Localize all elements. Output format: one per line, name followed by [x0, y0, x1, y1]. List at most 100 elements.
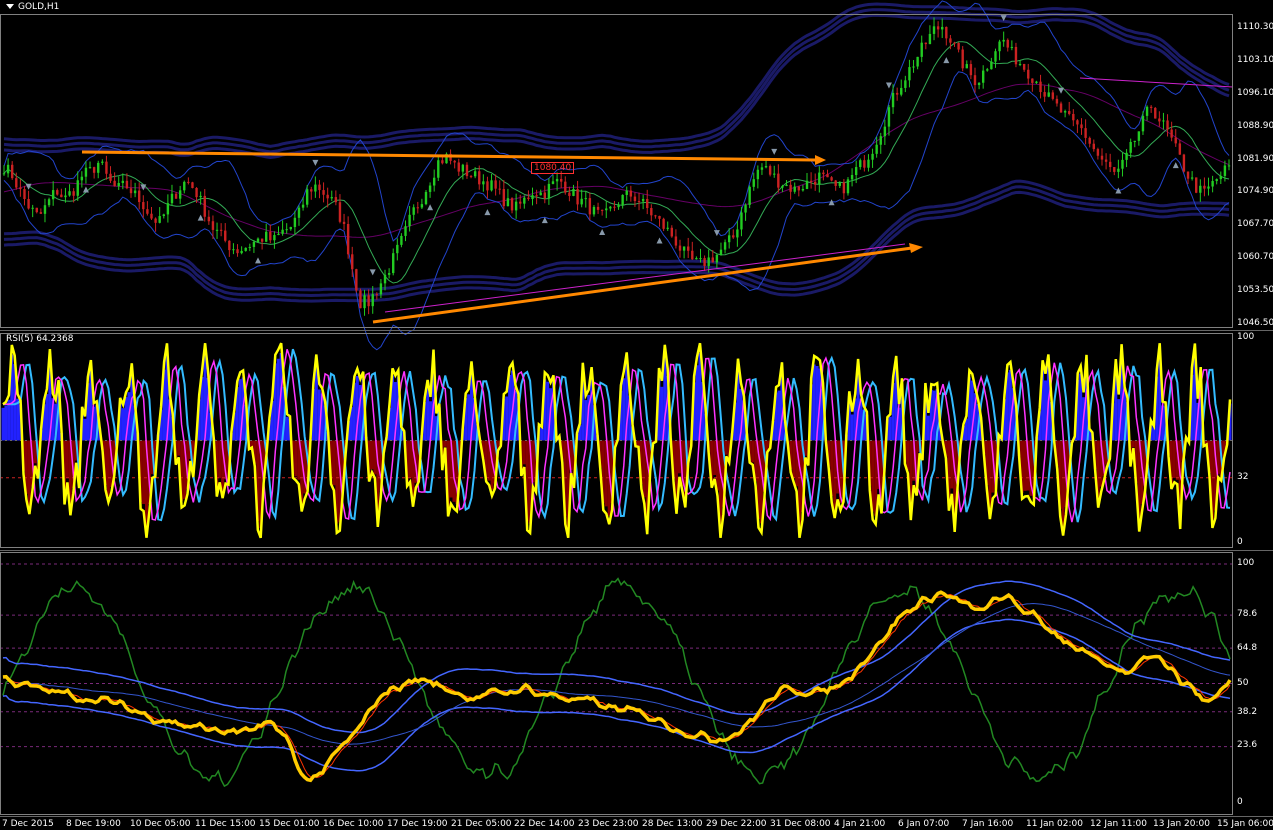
chart-canvas[interactable] — [0, 0, 1273, 830]
candle-body — [72, 191, 75, 196]
candle-body — [494, 180, 497, 189]
candle-body — [867, 159, 870, 168]
candle-body — [961, 49, 964, 69]
candle-body — [158, 216, 161, 223]
candle-body — [613, 206, 616, 208]
candle-body — [432, 177, 436, 186]
candle-body — [879, 136, 882, 145]
moving-average-line — [3, 83, 1230, 238]
candle-body — [60, 194, 63, 198]
candle-body — [240, 250, 243, 254]
envelope-band — [3, 185, 1230, 298]
envelope-band — [3, 190, 1230, 303]
candle-body — [711, 257, 714, 263]
candle-body — [416, 207, 419, 209]
candle-body — [830, 177, 833, 181]
oscillator-panel — [0, 563, 1233, 788]
time-axis-tick: 4 Jan 21:00 — [834, 819, 886, 829]
candle-body — [506, 198, 510, 207]
oscillator-axis-tick: 0 — [1237, 797, 1243, 807]
candle-body — [351, 254, 354, 270]
symbol-title[interactable]: GOLD,H1 — [6, 2, 59, 12]
time-axis-tick: 12 Jan 11:00 — [1090, 819, 1147, 829]
candle-body — [453, 160, 456, 163]
candle-body — [277, 233, 280, 236]
rsi-panel — [0, 342, 1233, 539]
time-axis-tick: 31 Dec 08:00 — [770, 819, 831, 829]
candle-body — [973, 75, 977, 86]
candle-body — [498, 188, 501, 190]
candle-body — [1051, 92, 1055, 99]
candle-body — [1080, 124, 1083, 129]
candle-body — [174, 193, 178, 199]
time-axis-tick: 7 Jan 16:00 — [962, 819, 1014, 829]
time-axis-tick: 22 Dec 14:00 — [514, 819, 575, 829]
time-axis-tick: 10 Dec 05:00 — [130, 819, 191, 829]
time-axis-tick: 11 Dec 15:00 — [195, 819, 256, 829]
price-axis-tick: 1081.90 — [1237, 153, 1273, 164]
fractal-down-icon — [599, 228, 606, 235]
candle-body — [846, 179, 850, 194]
candle-body — [1162, 120, 1165, 122]
candle-body — [465, 164, 469, 177]
oscillator-axis-tick: 64.8 — [1237, 643, 1258, 653]
candle-body — [408, 214, 411, 227]
candle-body — [1043, 92, 1046, 97]
candle-body — [1219, 175, 1223, 180]
candle-body — [330, 197, 333, 199]
candle-body — [736, 229, 739, 238]
candle-body — [674, 236, 678, 246]
candle-body — [531, 195, 534, 200]
chart-window[interactable]: GOLD,H1 1080.40 RSI(5) 64.2368 1110.30 11… — [0, 0, 1273, 830]
candle-body — [703, 258, 706, 266]
candle-body — [998, 41, 1001, 52]
candle-body — [748, 186, 751, 205]
candle-body — [723, 242, 727, 250]
time-axis-tick: 29 Dec 22:00 — [706, 819, 767, 829]
candle-body — [170, 193, 174, 204]
candle-body — [920, 42, 923, 57]
time-axis-tick: 7 Dec 2015 — [2, 819, 54, 829]
candle-body — [957, 43, 960, 50]
candle-body — [773, 173, 776, 175]
candle-body — [420, 204, 424, 208]
fractal-down-icon — [82, 186, 89, 193]
chevron-down-icon[interactable] — [6, 4, 14, 9]
candle-body — [1145, 106, 1149, 116]
candle-body — [355, 269, 358, 291]
candle-body — [289, 227, 292, 230]
candle-body — [543, 192, 547, 199]
candle-body — [84, 167, 88, 177]
candle-body — [871, 153, 874, 160]
candle-body — [900, 87, 903, 95]
candle-body — [809, 180, 813, 182]
candle-body — [572, 188, 575, 196]
price-axis-tick: 1110.30 — [1237, 22, 1273, 32]
candle-body — [510, 198, 514, 211]
candle-body — [412, 207, 415, 215]
candle-body — [555, 178, 559, 182]
candle-body — [953, 42, 956, 44]
candle-body — [146, 209, 149, 214]
fractal-up-icon — [140, 184, 147, 191]
candle-body — [125, 180, 129, 189]
candle-body — [252, 241, 256, 247]
candle-body — [605, 208, 608, 211]
candle-body — [56, 190, 59, 195]
candle-body — [334, 197, 338, 203]
price-axis-tick: 1096.10 — [1237, 87, 1273, 98]
signal-line — [3, 41, 1230, 284]
envelope-band — [3, 13, 1230, 160]
candle-body — [219, 229, 223, 231]
candle-body — [19, 187, 22, 190]
candle-body — [6, 164, 10, 174]
arrow-head-icon — [909, 243, 923, 253]
candle-body — [502, 189, 506, 207]
candle-body — [404, 226, 407, 236]
time-axis-tick: 28 Dec 13:00 — [642, 819, 703, 829]
candle-body — [1121, 159, 1124, 169]
candle-body — [732, 235, 735, 238]
candle-body — [256, 238, 260, 242]
candle-body — [441, 160, 444, 164]
candle-body — [1141, 115, 1145, 132]
